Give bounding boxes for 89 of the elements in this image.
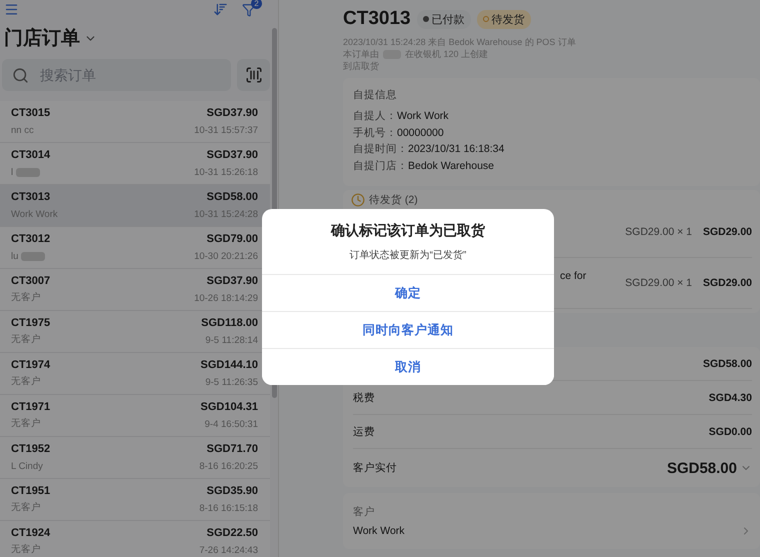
dialog-title: 确认标记该订单为已取货	[330, 221, 486, 240]
order-time: 9-5 11:26:35	[205, 377, 258, 388]
order-time: 8-16 16:15:18	[199, 503, 258, 514]
order-time: 10-31 15:24:28	[194, 209, 258, 220]
pickup-field: 自提时间：2023/10/31 16:18:34	[353, 141, 750, 158]
item-total: SGD29.00	[702, 226, 752, 238]
sort-icon[interactable]	[213, 2, 228, 17]
order-id: CT3013	[11, 191, 50, 203]
order-row[interactable]: CT3013 Work Work SGD58.00 10-31 15:24:28	[0, 185, 270, 227]
item-price: SGD29.00 × 1	[624, 226, 692, 238]
order-amount: SGD79.00	[206, 233, 258, 245]
summary-label: 税费	[353, 390, 375, 404]
order-amount: SGD58.00	[206, 191, 258, 203]
item-name: ce for	[559, 270, 588, 282]
dialog-button[interactable]: 取消	[262, 348, 554, 385]
filter-icon[interactable]	[242, 2, 256, 16]
item-total: SGD29.00	[702, 277, 752, 289]
fulfillment-type: 到店取货	[343, 60, 379, 72]
order-amount: SGD37.90	[206, 107, 258, 119]
customer-name: l	[11, 167, 14, 178]
scan-button[interactable]	[237, 59, 270, 91]
creator-text: 本订单由	[343, 48, 379, 60]
customer-name: 无客户	[11, 291, 41, 304]
card-title: 客户	[353, 505, 376, 519]
customer-name: nn cc	[11, 125, 34, 136]
summary-value: SGD58.00	[666, 460, 737, 476]
order-row[interactable]: CT1971 无客户 SGD104.31 9-4 16:50:31	[0, 395, 270, 437]
order-id: CT1952	[11, 443, 50, 455]
summary-label: 客户实付	[353, 461, 397, 475]
order-id: CT1924	[11, 527, 50, 539]
customer-name: lu	[11, 251, 18, 262]
search-icon	[12, 67, 29, 84]
order-id: CT1975	[11, 317, 50, 329]
order-time: 10-31 15:57:37	[194, 125, 258, 136]
customer-name: Work Work	[11, 209, 58, 220]
page-title: 门店订单	[4, 26, 80, 51]
summary-value: SGD0.00	[708, 426, 752, 438]
item-price: SGD29.00 × 1	[624, 277, 692, 289]
order-row[interactable]: CT1951 无客户 SGD35.90 8-16 16:15:18	[0, 479, 270, 521]
pickup-field: 自提门店：Bedok Warehouse	[353, 158, 750, 174]
order-amount: SGD118.00	[201, 317, 258, 329]
order-meta: 2023/10/31 15:24:28 来自 Bedok Warehouse 的 POS 订单	[343, 36, 576, 48]
order-title: CT3013	[343, 8, 411, 30]
order-id: CT3014	[11, 149, 50, 161]
order-time: 9-4 16:50:31	[204, 419, 258, 430]
customer-name: 无客户	[11, 543, 41, 556]
order-time: 10-31 15:26:18	[194, 167, 258, 178]
customer-name: 无客户	[11, 375, 41, 388]
order-id: CT1971	[11, 401, 50, 413]
order-amount: SGD37.90	[206, 275, 258, 287]
scan-icon	[244, 66, 262, 84]
pickup-field: 自提人：Work Work	[353, 108, 750, 124]
order-id: CT3007	[11, 275, 50, 287]
order-row[interactable]: CT1952 L Cindy SGD71.70 8-16 16:20:25	[0, 437, 270, 479]
order-id: CT1951	[11, 485, 50, 497]
dialog-message: 订单状态被更新为“已发货”	[348, 248, 468, 263]
filter-count-badge: 2	[251, 0, 262, 8]
order-amount: SGD35.90	[206, 485, 258, 497]
card-title: 待发货 (2)	[369, 193, 418, 207]
order-id: CT1974	[11, 359, 50, 371]
customer-name: 无客户	[11, 501, 41, 514]
order-amount: SGD22.50	[206, 527, 258, 539]
pickup-field: 手机号：00000000	[353, 124, 750, 141]
clock-icon	[351, 193, 365, 207]
status-badge: 待发货	[476, 10, 531, 28]
order-id: CT3015	[11, 107, 50, 119]
card-title: 自提信息	[353, 88, 398, 102]
order-time: 10-30 20:21:26	[194, 251, 258, 262]
customer-name: 无客户	[11, 333, 41, 346]
order-amount: SGD37.90	[206, 149, 258, 161]
order-amount: SGD71.70	[206, 443, 258, 455]
order-id: CT3012	[11, 233, 50, 245]
order-row[interactable]: CT1924 无客户 SGD22.50 7-26 14:24:43	[0, 521, 270, 557]
summary-value: SGD4.30	[708, 392, 752, 404]
order-amount: SGD104.31	[200, 401, 258, 413]
order-time: 7-26 14:24:43	[199, 545, 258, 556]
status-badge: 已付款	[416, 10, 471, 28]
order-time: 10-26 18:14:29	[194, 293, 258, 304]
order-time: 9-5 11:28:14	[205, 335, 258, 346]
creator-text: 在收银机 120 上创建	[405, 48, 488, 60]
menu-icon[interactable]	[4, 2, 19, 17]
customer-name: 无客户	[11, 417, 41, 430]
customer-name: Work Work	[353, 525, 405, 537]
order-time: 8-16 16:20:25	[199, 461, 258, 472]
customer-name: L Cindy	[11, 461, 43, 472]
summary-value: SGD58.00	[702, 358, 752, 370]
order-row[interactable]: CT3015 nn cc SGD37.90 10-31 15:57:37	[0, 101, 270, 143]
summary-label: 运费	[353, 424, 375, 438]
order-amount: SGD144.10	[200, 359, 258, 371]
